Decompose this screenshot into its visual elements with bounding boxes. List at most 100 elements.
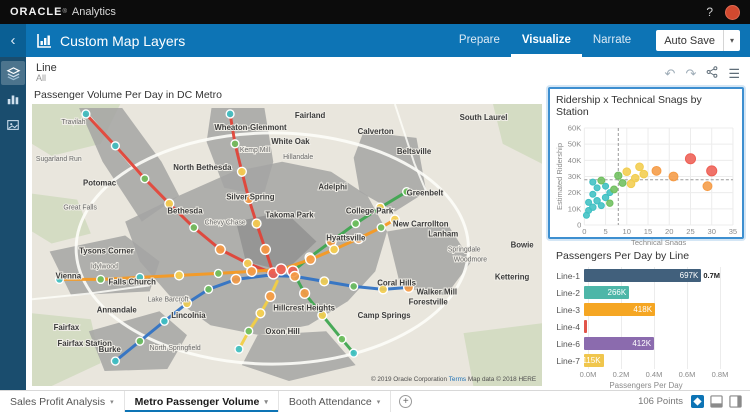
station-dot[interactable] [111, 357, 119, 365]
scatter-point[interactable] [607, 200, 613, 206]
tab-caret-icon[interactable]: ▾ [110, 398, 114, 406]
scatter-point[interactable] [598, 203, 604, 209]
bar-line-4[interactable] [584, 320, 587, 333]
station-dot[interactable] [111, 142, 119, 150]
scatter-point[interactable] [685, 154, 695, 164]
scatter-point[interactable] [636, 163, 644, 171]
help-icon[interactable]: ? [706, 5, 713, 19]
bar-line-7[interactable]: 115K [584, 354, 604, 367]
station-dot[interactable] [231, 140, 239, 148]
station-dot[interactable] [175, 271, 184, 280]
viz-type-icon[interactable] [691, 395, 704, 408]
add-canvas-button[interactable]: + [391, 391, 420, 412]
station-dot[interactable] [82, 110, 90, 118]
station-dot[interactable] [231, 274, 241, 284]
back-button[interactable]: ‹ [0, 24, 26, 57]
share-icon[interactable] [706, 66, 718, 80]
station-dot[interactable] [377, 224, 385, 232]
rail-map-layers-button[interactable] [1, 61, 25, 85]
tab-caret-icon[interactable]: ▾ [377, 398, 381, 406]
station-dot[interactable] [215, 245, 225, 255]
rail-visualizations-button[interactable] [1, 87, 25, 111]
tab-visualize[interactable]: Visualize [511, 24, 582, 57]
tab-caret-icon[interactable]: ▾ [264, 398, 268, 406]
scatter-point[interactable] [669, 172, 678, 181]
scatter-point[interactable] [707, 166, 717, 176]
station-dot[interactable] [306, 254, 316, 264]
scatter-visualization-panel[interactable]: Ridership x Technical Snags by Station 0… [548, 87, 744, 239]
station-dot[interactable] [141, 175, 149, 183]
undo-icon[interactable]: ↶ [665, 67, 676, 80]
station-dot[interactable] [265, 291, 275, 301]
scatter-point[interactable] [590, 204, 596, 210]
map-place-label: South Laurel [460, 113, 508, 122]
auto-save-caret-icon[interactable]: ▾ [723, 30, 740, 51]
station-dot[interactable] [256, 309, 265, 318]
scatter-plot[interactable]: 05101520253035010K20K30K40K50K60KTechnic… [554, 121, 738, 247]
rail-data-button[interactable] [1, 113, 25, 137]
scatter-point[interactable] [703, 182, 712, 191]
station-dot[interactable] [235, 345, 243, 353]
station-dot[interactable] [300, 288, 310, 298]
tab-narrate[interactable]: Narrate [582, 24, 642, 57]
bar-category-label: Line-7 [554, 356, 584, 366]
user-avatar[interactable] [725, 5, 740, 20]
station-dot[interactable] [350, 282, 358, 290]
bar-line-6[interactable]: 412K [584, 337, 654, 350]
scatter-point[interactable] [615, 172, 622, 179]
plus-icon[interactable]: + [399, 395, 412, 408]
filter-value[interactable]: All [36, 74, 57, 84]
station-dot[interactable] [237, 167, 246, 176]
scatter-point[interactable] [623, 168, 631, 176]
station-dot[interactable] [205, 285, 213, 293]
station-dot[interactable] [350, 349, 358, 357]
station-dot[interactable] [276, 264, 287, 275]
station-dot[interactable] [245, 327, 253, 335]
app-window: ORACLE ® Analytics ? ‹ Custom Map Layers… [0, 0, 750, 412]
tab-prepare[interactable]: Prepare [448, 24, 511, 57]
bar-line-1[interactable]: 697K [584, 269, 701, 282]
station-dot[interactable] [214, 269, 222, 277]
station-dot[interactable] [190, 224, 198, 232]
station-dot[interactable] [290, 271, 300, 281]
bar-line-2[interactable]: 266K [584, 286, 629, 299]
bar-visualization-panel[interactable]: Passengers Per Day by Line Line-1697K0.7… [548, 245, 744, 390]
scatter-point[interactable] [652, 166, 661, 175]
auto-save-button[interactable]: Auto Save ▾ [656, 30, 740, 51]
redo-icon[interactable]: ↷ [685, 67, 696, 80]
scatter-point[interactable] [590, 179, 596, 185]
scatter-point[interactable] [640, 170, 648, 178]
station-dot[interactable] [97, 275, 105, 283]
canvas-tab-sales-profit[interactable]: Sales Profit Analysis ▾ [0, 391, 125, 412]
canvas-tab-metro-passenger[interactable]: Metro Passenger Volume ▾ [125, 391, 279, 412]
station-dot[interactable] [320, 277, 329, 286]
bottom-panel-toggle-icon[interactable] [710, 395, 723, 408]
scatter-point[interactable] [590, 191, 596, 197]
station-dot[interactable] [338, 335, 346, 343]
station-dot[interactable] [261, 245, 271, 255]
scatter-point[interactable] [631, 174, 639, 182]
bar-line-3[interactable]: 418K [584, 303, 655, 316]
station-dot[interactable] [252, 219, 261, 228]
right-panel-toggle-icon[interactable] [729, 395, 742, 408]
station-dot[interactable] [330, 245, 339, 254]
auto-save-label[interactable]: Auto Save [656, 35, 723, 47]
scatter-point[interactable] [603, 183, 609, 189]
scatter-point[interactable] [611, 186, 618, 193]
terms-link[interactable]: Terms [449, 376, 466, 383]
station-dot[interactable] [136, 337, 144, 345]
station-dot[interactable] [160, 317, 168, 325]
line-filter-chip[interactable]: Line All [36, 62, 57, 84]
scatter-point[interactable] [594, 185, 600, 191]
scatter-point[interactable] [598, 177, 605, 184]
station-dot[interactable] [247, 266, 257, 276]
map-visualization-panel[interactable]: Passenger Volume Per Day in DC Metro Tra… [32, 87, 542, 386]
station-dot[interactable] [226, 110, 234, 118]
map-canvas[interactable]: TravilahFairlandSouth LaurelCalvertonWhi… [32, 104, 542, 386]
scatter-point[interactable] [619, 180, 626, 187]
map-place-label: Burke [99, 345, 122, 354]
canvas-menu-icon[interactable]: ☰ [728, 67, 740, 80]
canvas-tab-booth-attendance[interactable]: Booth Attendance ▾ [279, 391, 391, 412]
bar-row: Line-7115K [554, 352, 738, 369]
station-dot[interactable] [352, 220, 360, 228]
